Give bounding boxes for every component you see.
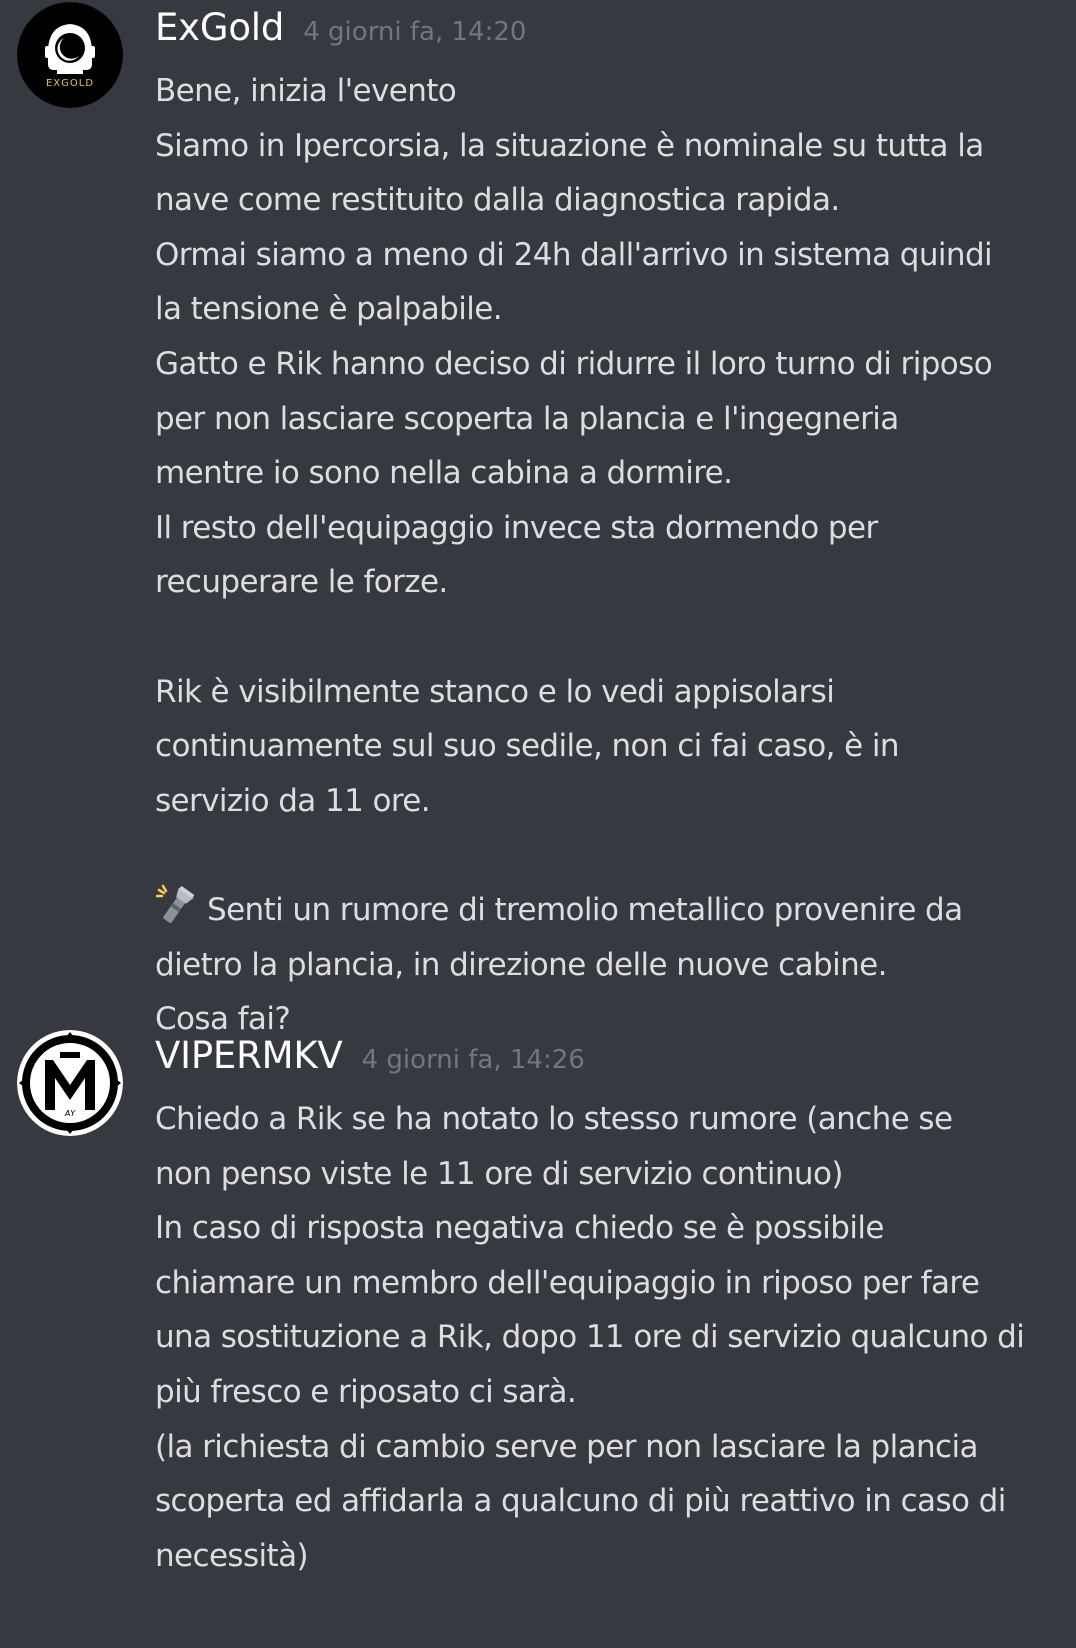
message-line: necessità) (155, 1537, 309, 1574)
message-line: mentre io sono nella cabina a dormire. (155, 455, 733, 492)
message-line: la tensione è palpabile. (155, 291, 503, 328)
message-header: VIPERMKV 4 giorni fa, 14:26 (155, 1034, 585, 1094)
message-line: Il resto dell'equipaggio invece sta dorm… (155, 509, 878, 546)
message-line: dietro la plancia, in direzione delle nu… (155, 946, 887, 983)
exgold-astronaut-helmet-icon: EXGOLD (17, 2, 123, 108)
message-line-text: Senti un rumore di tremolio metallico pr… (207, 891, 963, 928)
message-line-with-emoji: Senti un rumore di tremolio metallico pr… (155, 883, 1060, 938)
message-line: (la richiesta di cambio serve per non la… (155, 1428, 979, 1465)
message-line: Gatto e Rik hanno deciso di ridurre il l… (155, 345, 993, 382)
message-line: più fresco e riposato ci sarà. (155, 1373, 577, 1410)
message-line: continuamente sul suo sedile, non ci fai… (155, 728, 900, 765)
vipermkv-m-logo-icon: AY (17, 1030, 123, 1136)
username[interactable]: VIPERMKV (155, 1034, 343, 1077)
message-line: Ormai siamo a meno di 24h dall'arrivo in… (155, 236, 993, 273)
message-line: Rik è visibilmente stanco e lo vedi appi… (155, 673, 835, 710)
message-line: nave come restituito dalla diagnostica r… (155, 182, 840, 219)
message-line: non penso viste le 11 ore di servizio co… (155, 1155, 843, 1192)
message-line: servizio da 11 ore. (155, 782, 431, 819)
chat-message-list: EXGOLD ExGold 4 giorni fa, 14:20 Bene, i… (0, 0, 1076, 1648)
svg-text:AY: AY (64, 1109, 76, 1118)
message-line: scoperta ed affidarla a qualcuno di più … (155, 1483, 1006, 1520)
message-line: Bene, inizia l'evento (155, 73, 457, 109)
avatar[interactable]: EXGOLD (17, 2, 123, 108)
message-line: In caso di risposta negativa chiedo se è… (155, 1210, 884, 1247)
message-line: una sostituzione a Rik, dopo 11 ore di s… (155, 1319, 1025, 1356)
username[interactable]: ExGold (155, 6, 284, 49)
message-line: Chiedo a Rik se ha notato lo stesso rumo… (155, 1101, 953, 1137)
timestamp[interactable]: 4 giorni fa, 14:26 (362, 1045, 585, 1075)
message-header: ExGold 4 giorni fa, 14:20 (155, 6, 526, 66)
message-line: per non lasciare scoperta la plancia e l… (155, 400, 899, 437)
flashlight-icon (155, 884, 195, 923)
message-line: Siamo in Ipercorsia, la situazione è nom… (155, 127, 984, 164)
message-line: chiamare un membro dell'equipaggio in ri… (155, 1264, 980, 1301)
avatar[interactable]: AY (17, 1030, 123, 1136)
message-content: Bene, inizia l'evento Siamo in Ipercorsi… (155, 64, 1060, 1047)
timestamp[interactable]: 4 giorni fa, 14:20 (303, 17, 526, 47)
message-line: recuperare le forze. (155, 564, 448, 601)
avatar-text: EXGOLD (46, 78, 94, 89)
message-content: Chiedo a Rik se ha notato lo stesso rumo… (155, 1092, 1060, 1583)
